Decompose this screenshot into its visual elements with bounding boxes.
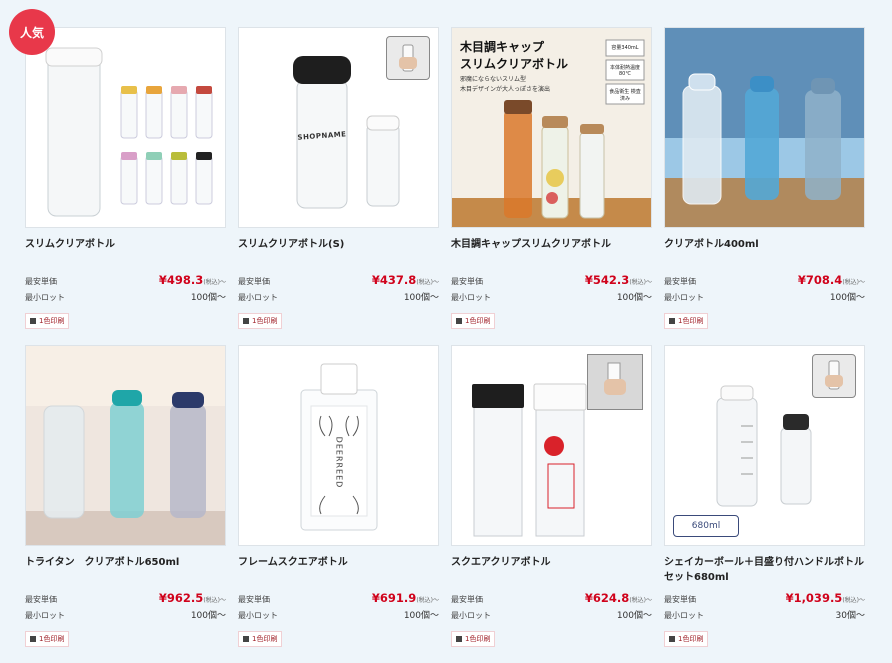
product-card[interactable]: DEERREED フレームスクエアボトル 最安単価 ¥691.9(税込)～ 最小… xyxy=(238,345,439,663)
print-icon xyxy=(456,318,462,324)
product-card[interactable]: 680ml シェイカーボール＋目盛り付ハンドルボトルセット680ml 最安単価 … xyxy=(664,345,865,663)
product-image[interactable]: DEERREED xyxy=(238,345,439,546)
product-card[interactable]: クリアボトル400ml 最安単価 ¥708.4(税込)～ 最小ロット 100個～… xyxy=(664,27,865,345)
spec-capacity: 容量340mL xyxy=(611,45,639,51)
popular-badge: 人気 xyxy=(9,9,55,55)
product-price: ¥542.3(税込)～ xyxy=(584,273,652,287)
product-photo-clear-bottle-400 xyxy=(665,28,864,227)
lot-label: 最小ロット xyxy=(25,293,65,302)
product-card[interactable]: 人気 スリムクリアボトル 最安単価 ¥498.3(税込)～ 最小ロット 100個… xyxy=(9,9,226,345)
product-card[interactable]: トライタン クリアボトル650ml 最安単価 ¥962.5(税込)～ 最小ロット… xyxy=(25,345,226,663)
promo-subtext: 木目デザインが大人っぽさを演出 xyxy=(460,86,551,93)
product-title[interactable]: 木目調キャップスリムクリアボトル xyxy=(451,237,652,267)
lot-label: 最小ロット xyxy=(238,293,278,302)
product-image[interactable] xyxy=(25,27,226,228)
logo-print-text: DEERREED xyxy=(334,436,344,489)
min-lot-value: 100個～ xyxy=(403,611,439,621)
product-image[interactable] xyxy=(451,345,652,546)
product-image[interactable] xyxy=(25,345,226,546)
product-card[interactable]: 木目調キャップ スリムクリアボトル 邪魔にならないスリム型 木目デザインが大人っ… xyxy=(451,27,652,345)
product-card[interactable]: SHOPNAME スリムクリアボトル(S) 最安単価 ¥437.8(税込)～ 最… xyxy=(238,27,439,345)
product-price: ¥437.8(税込)～ xyxy=(371,273,439,287)
price-label: 最安単価 xyxy=(238,277,270,286)
print-icon xyxy=(669,636,675,642)
min-lot-value: 30個～ xyxy=(835,611,865,621)
min-lot-value: 100個～ xyxy=(616,611,652,621)
spec-food-safety: 食品衛生 検査済み xyxy=(609,89,641,102)
product-price: ¥691.9(税込)～ xyxy=(371,591,439,605)
product-image[interactable]: 680ml xyxy=(664,345,865,546)
promo-subtext: 邪魔にならないスリム型 xyxy=(460,76,527,83)
promo-headline: 木目調キャップ xyxy=(460,40,545,54)
price-label: 最安単価 xyxy=(664,277,696,286)
print-icon xyxy=(243,636,249,642)
lot-label: 最小ロット xyxy=(664,611,704,620)
price-label: 最安単価 xyxy=(451,277,483,286)
print-icon xyxy=(669,318,675,324)
lot-label: 最小ロット xyxy=(451,611,491,620)
print-icon xyxy=(30,636,36,642)
lot-label: 最小ロット xyxy=(451,293,491,302)
product-title[interactable]: スリムクリアボトル(S) xyxy=(238,237,439,267)
product-title[interactable]: クリアボトル400ml xyxy=(664,237,865,267)
promo-headline: スリムクリアボトル xyxy=(460,57,569,71)
product-price: ¥624.8(税込)～ xyxy=(584,591,652,605)
min-lot-value: 100個～ xyxy=(829,293,865,303)
price-label: 最安単価 xyxy=(25,595,57,604)
price-label: 最安単価 xyxy=(238,595,270,604)
product-grid: 人気 スリムクリアボトル 最安単価 ¥498.3(税込)～ 最小ロット 100個… xyxy=(9,9,865,663)
product-image[interactable] xyxy=(664,27,865,228)
print-icon xyxy=(456,636,462,642)
product-title[interactable]: スリムクリアボトル xyxy=(25,237,226,267)
hand-holding-icon xyxy=(604,362,626,395)
print-icon xyxy=(243,318,249,324)
print-option-badge: 1色印刷 xyxy=(238,313,283,329)
product-price: ¥962.5(税込)～ xyxy=(158,591,226,605)
print-option-badge: 1色印刷 xyxy=(238,631,283,647)
product-card[interactable]: スクエアクリアボトル 最安単価 ¥624.8(税込)～ 最小ロット 100個～ … xyxy=(451,345,652,663)
product-title[interactable]: スクエアクリアボトル xyxy=(451,555,652,585)
print-option-badge: 1色印刷 xyxy=(664,631,709,647)
product-price: ¥1,039.5(税込)～ xyxy=(785,591,865,605)
product-title[interactable]: トライタン クリアボトル650ml xyxy=(25,555,226,585)
lot-label: 最小ロット xyxy=(664,293,704,302)
price-label: 最安単価 xyxy=(451,595,483,604)
print-option-badge: 1色印刷 xyxy=(25,631,70,647)
print-option-badge: 1色印刷 xyxy=(664,313,709,329)
product-price: ¥498.3(税込)～ xyxy=(158,273,226,287)
product-title[interactable]: シェイカーボール＋目盛り付ハンドルボトルセット680ml xyxy=(664,555,865,585)
hand-holding-icon xyxy=(399,44,417,72)
hand-holding-icon xyxy=(825,360,843,390)
print-option-badge: 1色印刷 xyxy=(451,631,496,647)
product-photo-slim-clear-bottles xyxy=(45,47,213,217)
print-option-badge: 1色印刷 xyxy=(451,313,496,329)
min-lot-value: 100個～ xyxy=(403,293,439,303)
min-lot-value: 100個～ xyxy=(616,293,652,303)
lot-label: 最小ロット xyxy=(25,611,65,620)
spec-heat: 本体耐熱温度 80℃ xyxy=(609,65,640,77)
price-label: 最安単価 xyxy=(25,277,57,286)
lot-label: 最小ロット xyxy=(238,611,278,620)
price-label: 最安単価 xyxy=(664,595,696,604)
usage-inset-image[interactable] xyxy=(386,36,430,80)
usage-inset-image[interactable] xyxy=(587,354,643,410)
min-lot-value: 100個～ xyxy=(190,611,226,621)
print-icon xyxy=(30,318,36,324)
print-option-badge: 1色印刷 xyxy=(25,313,70,329)
product-photo-tritan-650 xyxy=(26,346,225,545)
product-image[interactable]: 木目調キャップ スリムクリアボトル 邪魔にならないスリム型 木目デザインが大人っ… xyxy=(451,27,652,228)
usage-inset-image[interactable] xyxy=(812,354,856,398)
capacity-tag: 680ml xyxy=(673,515,739,537)
product-price: ¥708.4(税込)～ xyxy=(797,273,865,287)
product-title[interactable]: フレームスクエアボトル xyxy=(238,555,439,585)
product-image[interactable]: SHOPNAME xyxy=(238,27,439,228)
min-lot-value: 100個～ xyxy=(190,293,226,303)
